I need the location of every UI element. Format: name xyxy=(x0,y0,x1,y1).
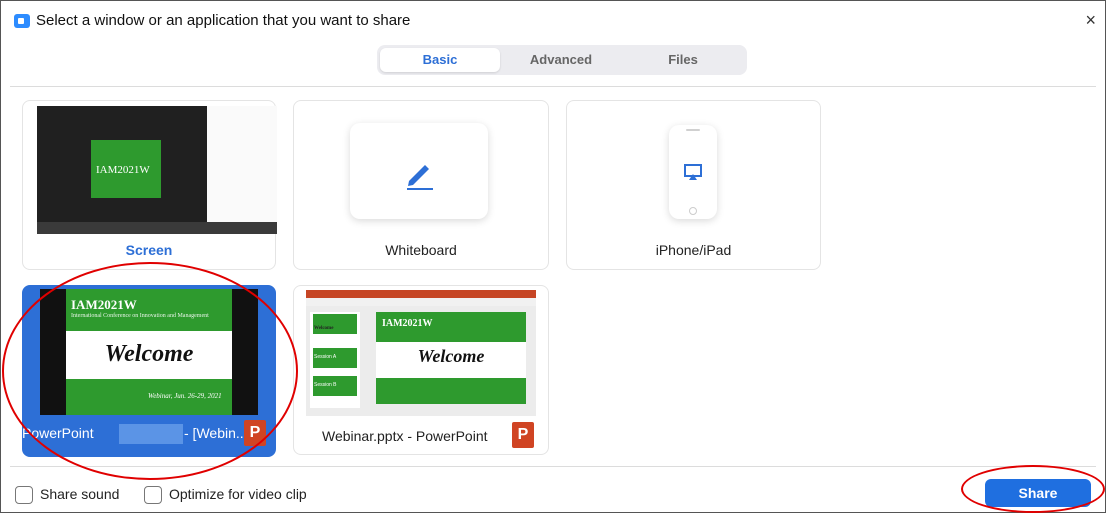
tab-basic[interactable]: Basic xyxy=(380,48,500,72)
footer-divider xyxy=(10,466,1096,467)
screen-label: Screen xyxy=(125,242,173,258)
whiteboard-tile xyxy=(350,123,488,219)
powerpoint-window-label-a: PowerPoint xyxy=(22,425,94,441)
webinar-pptx-label: Webinar.pptx - PowerPoint xyxy=(322,428,488,444)
pptx-thumbnail: Welcome Session A Session B IAM2021W Wel… xyxy=(306,290,536,416)
header-divider xyxy=(10,86,1096,87)
source-powerpoint-window[interactable]: IAM2021W International Conference on Inn… xyxy=(22,285,276,457)
optimize-video-checkbox[interactable] xyxy=(144,486,162,504)
source-iphone-ipad[interactable]: iPhone/iPad xyxy=(566,100,821,270)
zoom-app-icon xyxy=(14,14,30,28)
powerpoint-icon: P xyxy=(244,420,266,446)
airplay-icon xyxy=(684,164,702,180)
tab-files[interactable]: Files xyxy=(623,48,743,72)
close-icon[interactable]: × xyxy=(1085,10,1096,31)
optimize-video-label: Optimize for video clip xyxy=(169,486,307,502)
title-bar: Select a window or an application that y… xyxy=(8,0,1098,42)
source-webinar-pptx[interactable]: Welcome Session A Session B IAM2021W Wel… xyxy=(293,285,549,455)
pen-icon xyxy=(407,165,433,190)
source-screen[interactable]: IAM2021W Screen xyxy=(22,100,277,270)
tab-advanced[interactable]: Advanced xyxy=(501,48,621,72)
whiteboard-label: Whiteboard xyxy=(385,242,457,258)
dialog-title: Select a window or an application that y… xyxy=(36,12,411,29)
redacted-block xyxy=(119,424,183,444)
powerpoint-icon: P xyxy=(512,422,534,448)
share-button[interactable]: Share xyxy=(985,479,1091,507)
iphone-ipad-label: iPhone/iPad xyxy=(655,242,732,258)
powerpoint-window-label-b: - [Webin... xyxy=(184,425,248,441)
share-sound-checkbox[interactable] xyxy=(15,486,33,504)
screen-thumbnail: IAM2021W xyxy=(37,106,277,234)
powerpoint-window-thumbnail: IAM2021W International Conference on Inn… xyxy=(40,289,258,415)
share-tabs: Basic Advanced Files xyxy=(377,45,747,75)
source-whiteboard[interactable]: Whiteboard xyxy=(293,100,549,270)
share-sound-label: Share sound xyxy=(40,486,120,502)
iphone-tile xyxy=(669,125,717,219)
